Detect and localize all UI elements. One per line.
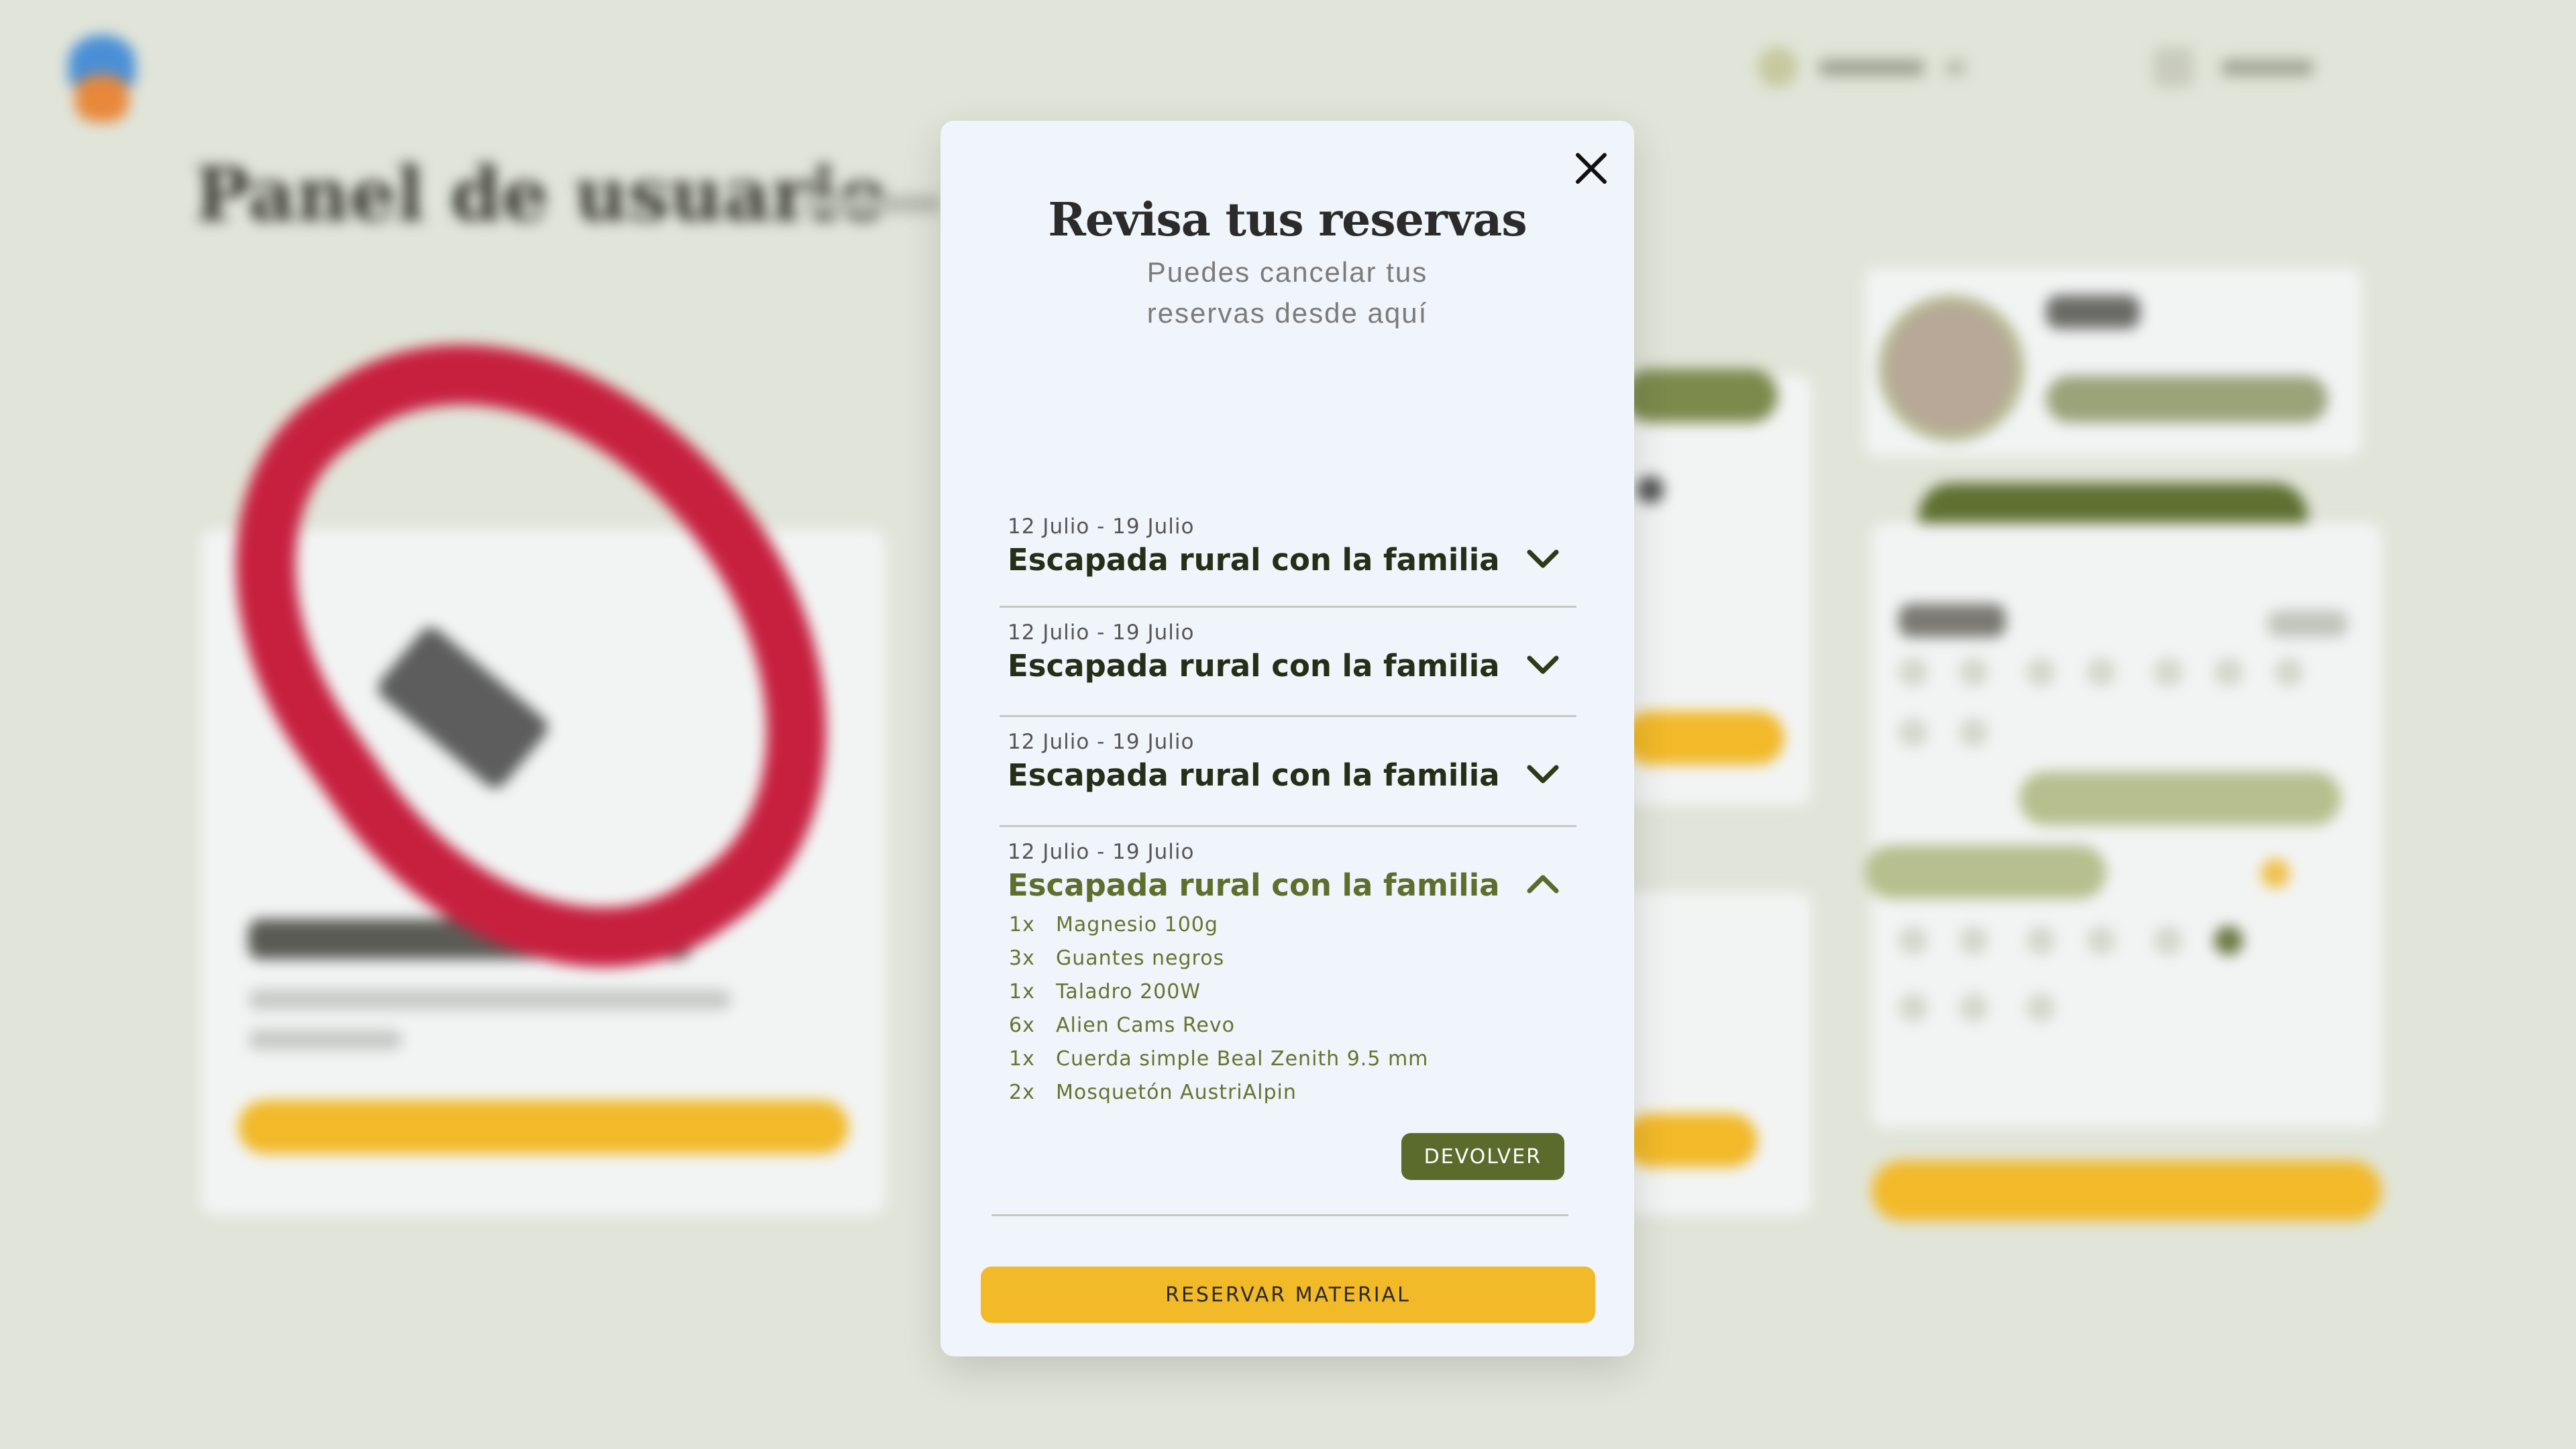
reservation-name: Escapada rural con la familia (1008, 867, 1500, 903)
reservations-modal: Revisa tus reservas Puedes cancelar tus … (941, 121, 1634, 1356)
item-quantity: 1x (1009, 1047, 1035, 1071)
card-middle-bottom (1623, 892, 1811, 1214)
return-button[interactable]: DEVOLVER (1401, 1133, 1564, 1180)
item-quantity: 1x (1009, 913, 1035, 936)
item-quantity: 3x (1009, 947, 1035, 970)
reservation-dates: 12 Julio - 19 Julio (1008, 515, 1195, 539)
list-item: 1x Taladro 200W (1000, 975, 1568, 1009)
reservation-items-list: 1x Magnesio 100g 3x Guantes negros 1x Talad… (1000, 908, 1568, 1110)
close-button[interactable] (1561, 138, 1621, 199)
avatar (1878, 295, 2025, 441)
chevron-down-icon[interactable] (1524, 761, 1562, 788)
list-item: 1x Cuerda simple Beal Zenith 9.5 mm (1000, 1042, 1568, 1076)
reservation-dates: 12 Julio - 19 Julio (1008, 730, 1195, 754)
list-item: 6x Alien Cams Revo (1000, 1009, 1568, 1042)
reservation-name: Escapada rural con la familia (1008, 757, 1500, 793)
return-row: DEVOLVER (1000, 1133, 1568, 1180)
chevron-down-icon[interactable] (1524, 651, 1562, 678)
reservation-dates: 12 Julio - 19 Julio (1008, 621, 1195, 645)
reservation-header[interactable]: Escapada rural con la familia (1000, 540, 1576, 580)
reservation-name: Escapada rural con la familia (1008, 542, 1500, 578)
item-name: Taladro 200W (1056, 980, 1201, 1004)
page-subtitle-placeholder (802, 195, 943, 213)
card-middle-top (1623, 376, 1811, 805)
close-icon[interactable] (1574, 152, 1608, 185)
reserve-material-button[interactable]: RESERVAR MATERIAL (981, 1267, 1595, 1323)
reservation-dates: 12 Julio - 19 Julio (1008, 840, 1195, 864)
yellow-button-bg (1872, 1161, 2381, 1221)
item-name: Alien Cams Revo (1056, 1014, 1235, 1037)
reservation-item: 12 Julio - 19 Julio Escapada rural con l… (1000, 619, 1576, 717)
modal-subtitle-line2: reservas desde aquí (1146, 297, 1428, 329)
item-name: Mosquetón AustriAlpin (1056, 1081, 1297, 1104)
reservation-header[interactable]: Escapada rural con la familia (1000, 755, 1576, 796)
calendar-card (1865, 523, 2381, 1127)
modal-title: Revisa tus reservas (1048, 193, 1527, 247)
page-title: Panel de usuario (195, 151, 888, 237)
reservations-list: 12 Julio - 19 Julio Escapada rural con l… (991, 513, 1576, 1216)
reservation-name: Escapada rural con la familia (1008, 648, 1500, 684)
reservation-item: 12 Julio - 19 Julio Escapada rural con l… (1000, 729, 1576, 827)
green-pill (1623, 369, 1778, 423)
item-name: Cuerda simple Beal Zenith 9.5 mm (1056, 1047, 1429, 1071)
reservation-header[interactable]: Escapada rural con la familia (1000, 865, 1568, 906)
item-name: Guantes negros (1056, 947, 1225, 970)
list-item: 3x Guantes negros (1000, 942, 1568, 975)
reservation-item-expanded: 12 Julio - 19 Julio Escapada rural con l… (991, 839, 1568, 1216)
nav-user-menu (1758, 40, 1986, 94)
carabiner-image (135, 229, 938, 1072)
list-item: 1x Magnesio 100g (1000, 908, 1568, 942)
item-quantity: 1x (1009, 980, 1035, 1004)
app-logo (62, 35, 142, 122)
item-name: Magnesio 100g (1056, 913, 1218, 936)
item-quantity: 2x (1009, 1081, 1035, 1104)
modal-subtitle-line1: Puedes cancelar tus (1146, 256, 1428, 288)
modal-subtitle: Puedes cancelar tus reservas desde aquí (941, 252, 1634, 333)
item-quantity: 6x (1009, 1014, 1035, 1037)
reservation-header[interactable]: Escapada rural con la familia (1000, 646, 1576, 686)
chevron-down-icon[interactable] (1524, 545, 1562, 572)
chevron-up-icon[interactable] (1524, 871, 1562, 898)
nav-logout (2147, 40, 2348, 94)
reservation-item: 12 Julio - 19 Julio Escapada rural con l… (1000, 513, 1576, 608)
list-item: 2x Mosquetón AustriAlpin (1000, 1076, 1568, 1110)
